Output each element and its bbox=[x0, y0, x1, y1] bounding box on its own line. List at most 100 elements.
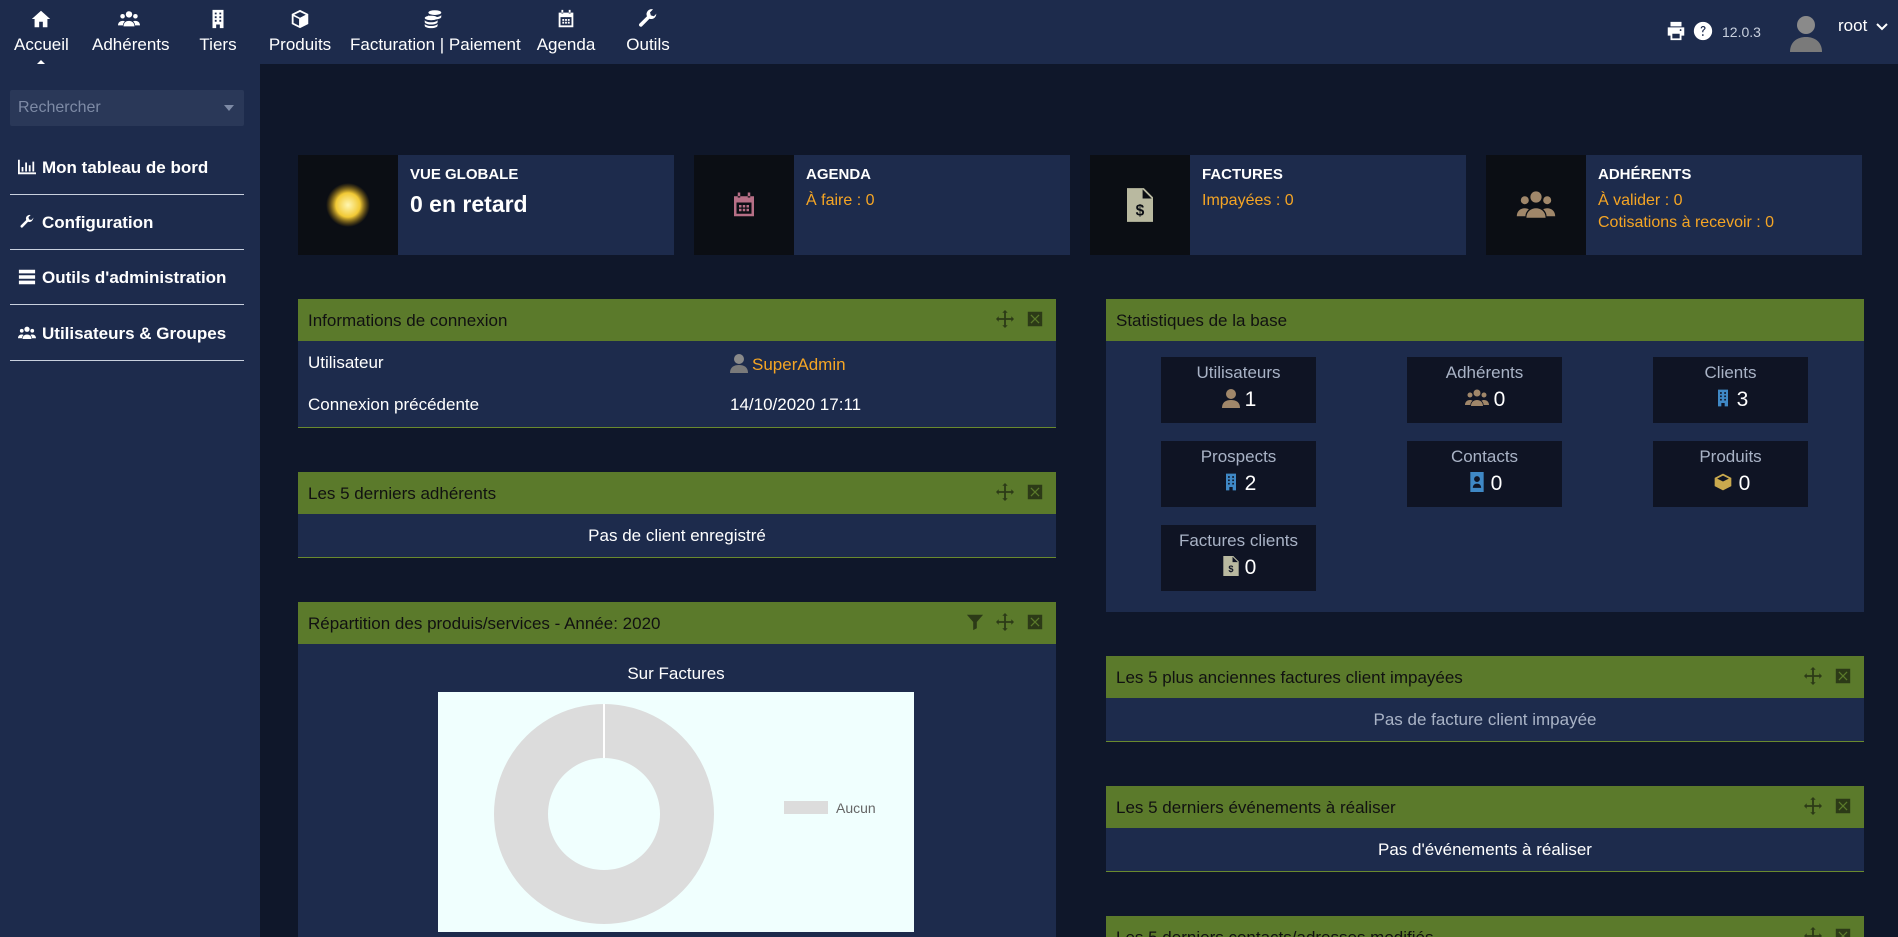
dropdown-caret-icon bbox=[224, 105, 234, 111]
panel-contacts-modifies: Les 5 derniers contacts/adresses modifié… bbox=[1106, 916, 1864, 937]
panel-title: Répartition des produis/services - Année… bbox=[308, 614, 661, 633]
card-link-a-valider[interactable]: À valider : 0 bbox=[1598, 190, 1854, 212]
row-label: Connexion précédente bbox=[308, 395, 480, 414]
nav-adherents[interactable]: Adhérents bbox=[92, 8, 170, 55]
panel-header: Répartition des produis/services - Année… bbox=[298, 602, 1056, 644]
close-icon[interactable] bbox=[1026, 483, 1046, 503]
panel-header: Les 5 plus anciennes factures client imp… bbox=[1106, 656, 1864, 698]
search-placeholder: Rechercher bbox=[18, 99, 101, 116]
stat-label: Adhérents bbox=[1445, 363, 1524, 382]
card-vue-globale[interactable]: VUE GLOBALE 0 en retard bbox=[298, 155, 674, 255]
panel-header: Les 5 derniers événements à réaliser bbox=[1106, 786, 1864, 828]
panel-derniers-adherents: Les 5 derniers adhérents Pas de client e… bbox=[298, 472, 1056, 558]
panel-statistiques: Statistiques de la base Utilisateurs 1 A… bbox=[1106, 299, 1864, 612]
stat-label: Clients bbox=[1704, 363, 1757, 382]
stat-value: 3 bbox=[1736, 388, 1749, 411]
sidebar-item-configuration[interactable]: Configuration bbox=[10, 195, 244, 250]
nav-label: Adhérents bbox=[92, 35, 170, 54]
nav-accueil[interactable]: Accueil bbox=[14, 8, 69, 67]
nav-facturation[interactable]: Facturation | Paiement bbox=[350, 8, 521, 55]
sidebar-item-label: Outils d'administration bbox=[42, 268, 227, 287]
sidebar-item-utilisateurs[interactable]: Utilisateurs & Groupes bbox=[10, 306, 244, 361]
chart-svg: Aucun bbox=[493, 704, 876, 924]
close-icon[interactable] bbox=[1834, 927, 1854, 937]
user-link[interactable]: SuperAdmin bbox=[730, 353, 846, 375]
stat-value: 2 bbox=[1244, 472, 1257, 495]
stat-factures-clients[interactable]: Factures clients $0 bbox=[1161, 525, 1316, 591]
nav-outils[interactable]: Outils bbox=[624, 8, 672, 55]
panel-factures-impayees: Les 5 plus anciennes factures client imp… bbox=[1106, 656, 1864, 742]
stat-label: Prospects bbox=[1200, 447, 1277, 466]
move-icon[interactable] bbox=[996, 613, 1016, 633]
user-icon bbox=[730, 354, 748, 373]
sidebar-item-label: Mon tableau de bord bbox=[42, 158, 209, 177]
move-icon[interactable] bbox=[1804, 667, 1824, 687]
invoice-icon: $ bbox=[1222, 556, 1239, 576]
stat-produits[interactable]: Produits 0 bbox=[1653, 441, 1808, 507]
close-icon[interactable] bbox=[1834, 797, 1854, 817]
card-link-cotisations[interactable]: Cotisations à recevoir : 0 bbox=[1598, 212, 1854, 234]
sidebar-item-label: Utilisateurs & Groupes bbox=[42, 324, 227, 343]
building-icon bbox=[1225, 473, 1236, 491]
server-icon bbox=[18, 269, 36, 285]
sidebar-item-tableau-de-bord[interactable]: Mon tableau de bord bbox=[10, 140, 244, 195]
stat-adherents[interactable]: Adhérents 0 bbox=[1407, 357, 1562, 423]
legend-swatch[interactable] bbox=[784, 801, 828, 814]
panel-title: Informations de connexion bbox=[308, 311, 508, 330]
stat-label: Contacts bbox=[1450, 447, 1519, 466]
stat-value: 0 bbox=[1738, 472, 1751, 495]
empty-message: Pas de client enregistré bbox=[588, 526, 766, 545]
card-link-impayees[interactable]: Impayées : 0 bbox=[1202, 190, 1458, 212]
legend-label[interactable]: Aucun bbox=[836, 800, 876, 816]
avatar bbox=[1790, 16, 1822, 52]
stat-value: 0 bbox=[1244, 556, 1257, 579]
card-title: AGENDA bbox=[806, 166, 872, 183]
users-icon bbox=[92, 8, 166, 32]
stat-value: 1 bbox=[1244, 388, 1257, 411]
move-icon[interactable] bbox=[1804, 797, 1824, 817]
chevron-down-icon bbox=[1876, 23, 1888, 31]
user-menu[interactable]: root bbox=[1788, 12, 1898, 52]
card-adherents[interactable]: ADHÉRENTS À valider : 0 Cotisations à re… bbox=[1486, 155, 1862, 255]
row-label: Utilisateur bbox=[308, 353, 384, 372]
stat-prospects[interactable]: Prospects 2 bbox=[1161, 441, 1316, 507]
table-row: Utilisateur SuperAdmin bbox=[298, 341, 1056, 383]
close-icon[interactable] bbox=[1834, 667, 1854, 687]
chart-icon bbox=[18, 159, 36, 175]
card-factures[interactable]: $ FACTURES Impayées : 0 bbox=[1090, 155, 1466, 255]
move-icon[interactable] bbox=[1804, 927, 1824, 937]
filter-icon[interactable] bbox=[966, 613, 986, 633]
stat-label: Utilisateurs bbox=[1196, 363, 1281, 382]
empty-message: Pas d'événements à réaliser bbox=[1378, 840, 1592, 859]
close-icon[interactable] bbox=[1026, 310, 1046, 330]
panel-header: Les 5 derniers adhérents bbox=[298, 472, 1056, 514]
version-label: 12.0.3 bbox=[1722, 24, 1761, 40]
nav-tiers[interactable]: Tiers bbox=[198, 8, 238, 55]
card-link-a-faire[interactable]: À faire : 0 bbox=[806, 190, 1062, 212]
stat-utilisateurs[interactable]: Utilisateurs 1 bbox=[1161, 357, 1316, 423]
panel-title: Statistiques de la base bbox=[1116, 311, 1288, 330]
top-right-tools: 12.0.3 root bbox=[1660, 16, 1898, 52]
users-icon bbox=[1486, 155, 1586, 255]
sidebar-item-outils-admin[interactable]: Outils d'administration bbox=[10, 250, 244, 305]
empty-message: Pas de facture client impayée bbox=[1373, 710, 1597, 729]
help-icon[interactable] bbox=[1692, 20, 1714, 42]
print-icon[interactable] bbox=[1665, 20, 1687, 42]
card-agenda[interactable]: AGENDA À faire : 0 bbox=[694, 155, 1070, 255]
stat-clients[interactable]: Clients 3 bbox=[1653, 357, 1808, 423]
sidebar-item-label: Configuration bbox=[42, 213, 154, 232]
nav-label: Accueil bbox=[14, 35, 69, 54]
close-icon[interactable] bbox=[1026, 613, 1046, 633]
nav-agenda[interactable]: Agenda bbox=[536, 8, 596, 55]
move-icon[interactable] bbox=[996, 310, 1016, 330]
search-input[interactable]: Rechercher bbox=[10, 90, 244, 126]
move-icon[interactable] bbox=[996, 483, 1016, 503]
nav-label: Facturation | Paiement bbox=[350, 35, 521, 54]
nav-produits[interactable]: Produits bbox=[268, 8, 332, 55]
user-icon bbox=[1221, 389, 1240, 408]
sun-icon bbox=[298, 155, 398, 255]
sidebar: Rechercher Mon tableau de bord Configura… bbox=[0, 64, 260, 937]
table-row: Connexion précédente 14/10/2020 17:11 bbox=[298, 383, 1056, 425]
stat-label: Produits bbox=[1699, 447, 1762, 466]
stat-contacts[interactable]: Contacts 0 bbox=[1407, 441, 1562, 507]
